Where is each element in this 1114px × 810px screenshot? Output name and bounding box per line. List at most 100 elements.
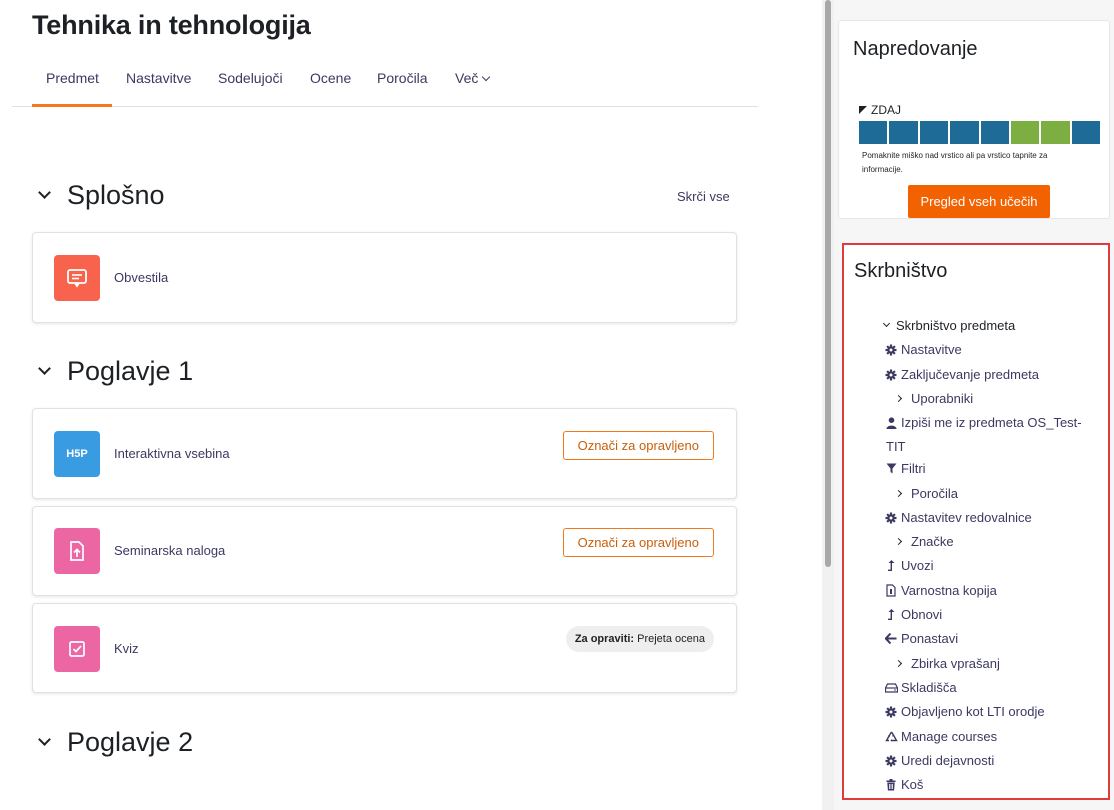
activity-quiz: Kviz Za opraviti: Prejeta ocena bbox=[32, 603, 737, 693]
arrow-left-icon bbox=[884, 633, 898, 644]
tab-course[interactable]: Predmet bbox=[46, 70, 99, 86]
section-title: Splošno bbox=[67, 180, 165, 210]
admin-item-uvozi[interactable]: Uvozi bbox=[884, 558, 934, 573]
progress-now-marker: ZDAJ bbox=[859, 103, 901, 117]
tab-more[interactable]: Več bbox=[455, 70, 491, 86]
admin-item-zbirka-vpra-anj[interactable]: Zbirka vprašanj bbox=[891, 656, 1000, 671]
tree-item-label: Uredi dejavnosti bbox=[901, 753, 995, 768]
tab-reports[interactable]: Poročila bbox=[377, 70, 428, 86]
activity-link[interactable]: Kviz bbox=[114, 641, 139, 656]
scrollbar-thumb[interactable] bbox=[825, 0, 831, 567]
progress-cell[interactable] bbox=[889, 121, 918, 144]
tree-item-label: Skrbništvo predmeta bbox=[896, 318, 1016, 333]
progress-cell[interactable] bbox=[919, 121, 949, 144]
progress-cell[interactable] bbox=[950, 121, 979, 144]
tree-item-label: Varnostna kopija bbox=[901, 583, 997, 598]
chevron-down-icon[interactable] bbox=[38, 362, 51, 375]
tab-settings[interactable]: Nastavitve bbox=[126, 70, 191, 86]
section-header-general[interactable]: Splošno bbox=[38, 180, 165, 211]
chevron-right-icon bbox=[891, 537, 905, 546]
admin-item-obnovi[interactable]: Obnovi bbox=[884, 607, 942, 622]
admin-item-zna-ke[interactable]: Značke bbox=[891, 534, 954, 549]
tree-item-label: Značke bbox=[911, 534, 954, 549]
chevron-down-icon[interactable] bbox=[38, 733, 51, 746]
section-title: Poglavje 1 bbox=[67, 356, 194, 386]
tree-item-label: Poročila bbox=[911, 486, 958, 501]
activity-forum: Obvestila bbox=[32, 232, 737, 323]
admin-item-nastavitev-redovalnice[interactable]: Nastavitev redovalnice bbox=[884, 510, 1032, 525]
tree-item-label: Zbirka vprašanj bbox=[911, 656, 1000, 671]
admin-item-nastavitve[interactable]: Nastavitve bbox=[884, 342, 962, 357]
block-title: Skrbništvo bbox=[854, 260, 948, 282]
filter-icon bbox=[884, 463, 898, 474]
block-title: Napredovanje bbox=[853, 38, 978, 60]
admin-item-uporabniki[interactable]: Uporabniki bbox=[891, 391, 973, 406]
progress-cell[interactable] bbox=[980, 121, 1009, 144]
admin-item-ko[interactable]: Koš bbox=[884, 777, 923, 792]
gear-icon bbox=[884, 369, 898, 381]
activity-link[interactable]: Obvestila bbox=[114, 270, 168, 285]
admin-item-filtri[interactable]: Filtri bbox=[884, 461, 926, 476]
overview-of-students-button[interactable]: Pregled vseh učečih bbox=[908, 185, 1050, 218]
admin-item-ponastavi[interactable]: Ponastavi bbox=[884, 631, 958, 646]
tree-item-label: Izpiši me iz predmeta OS_Test- bbox=[901, 415, 1082, 430]
now-pointer-icon bbox=[859, 106, 867, 114]
tree-item-label: Ponastavi bbox=[901, 631, 959, 646]
repository-icon bbox=[884, 682, 898, 693]
h5p-icon: H5P bbox=[54, 431, 100, 477]
gear-icon bbox=[884, 512, 898, 524]
mark-done-button[interactable]: Označi za opravljeno bbox=[562, 528, 714, 557]
page-title: Tehnika in tehnologija bbox=[32, 10, 311, 40]
admin-item-izpi-i-me-iz-predmeta-os-test[interactable]: Izpiši me iz predmeta OS_Test- bbox=[884, 415, 1082, 430]
chevron-down-icon[interactable] bbox=[38, 186, 51, 199]
section-header-chapter-1[interactable]: Poglavje 1 bbox=[38, 356, 194, 387]
gear-icon bbox=[884, 344, 898, 356]
collapse-all-link[interactable]: Skrči vse bbox=[677, 189, 730, 204]
tree-item-label: Koš bbox=[901, 777, 924, 792]
tree-item-label: Nastavitve bbox=[901, 342, 962, 357]
quiz-check-icon bbox=[54, 626, 100, 672]
progress-cell[interactable] bbox=[1071, 121, 1100, 144]
page-scrollbar[interactable] bbox=[822, 0, 834, 810]
now-label: ZDAJ bbox=[871, 103, 901, 117]
tree-item-label: Uvozi bbox=[901, 558, 934, 573]
forum-icon bbox=[54, 255, 100, 301]
activity-link[interactable]: Seminarska naloga bbox=[114, 543, 225, 558]
gear-icon bbox=[884, 706, 898, 718]
mark-done-button[interactable]: Označi za opravljeno bbox=[562, 431, 714, 460]
section-title: Poglavje 2 bbox=[67, 727, 194, 757]
progress-cell[interactable] bbox=[859, 121, 888, 144]
admin-item-uredi-dejavnosti[interactable]: Uredi dejavnosti bbox=[884, 753, 994, 768]
completion-status-badge: Za opraviti: Prejeta ocena bbox=[565, 626, 714, 652]
progress-cell[interactable] bbox=[1041, 121, 1070, 144]
activity-link[interactable]: Interaktivna vsebina bbox=[114, 446, 230, 461]
admin-item-objavljeno-kot-lti-orodje[interactable]: Objavljeno kot LTI orodje bbox=[884, 704, 1045, 719]
admin-item-poro-ila[interactable]: Poročila bbox=[891, 486, 958, 501]
progress-cell[interactable] bbox=[1010, 121, 1040, 144]
progress-hint: Pomaknite miško nad vrstico ali pa vrsti… bbox=[862, 151, 1048, 174]
tree-root-course-admin[interactable]: Skrbništvo predmeta bbox=[879, 318, 1015, 333]
section-header-chapter-2[interactable]: Poglavje 2 bbox=[38, 727, 194, 758]
tree-item-label: Filtri bbox=[901, 461, 926, 476]
tab-grades[interactable]: Ocene bbox=[310, 70, 351, 86]
admin-item-manage-courses[interactable]: Manage courses bbox=[884, 729, 997, 744]
trash-icon bbox=[884, 778, 898, 791]
tree-item-label: Nastavitev redovalnice bbox=[901, 510, 1032, 525]
chevron-right-icon bbox=[891, 394, 905, 403]
admin-item-skladi-a[interactable]: Skladišča bbox=[884, 680, 957, 695]
restore-icon bbox=[884, 608, 898, 621]
todo-value: Prejeta ocena bbox=[637, 633, 705, 645]
admin-item-varnostna-kopija[interactable]: Varnostna kopija bbox=[884, 583, 997, 598]
recycle-icon bbox=[884, 731, 898, 743]
todo-label: Za opraviti: bbox=[574, 633, 635, 645]
import-icon bbox=[884, 559, 898, 572]
progress-bar[interactable] bbox=[859, 121, 1100, 144]
tab-participants[interactable]: Sodelujoči bbox=[218, 70, 283, 86]
backup-file-icon bbox=[884, 584, 898, 597]
admin-item-zaklju-evanje-predmeta[interactable]: Zaključevanje predmeta bbox=[884, 367, 1039, 382]
tree-item-label-continued[interactable]: TIT bbox=[886, 439, 906, 454]
chevron-right-icon bbox=[891, 489, 905, 498]
tree-item-label: Skladišča bbox=[901, 680, 957, 695]
course-nav-tabs: Predmet Nastavitve Sodelujoči Ocene Poro… bbox=[12, 60, 758, 107]
block-region: Napredovanje ZDAJ Pomaknite miško nad vr… bbox=[834, 0, 1114, 810]
